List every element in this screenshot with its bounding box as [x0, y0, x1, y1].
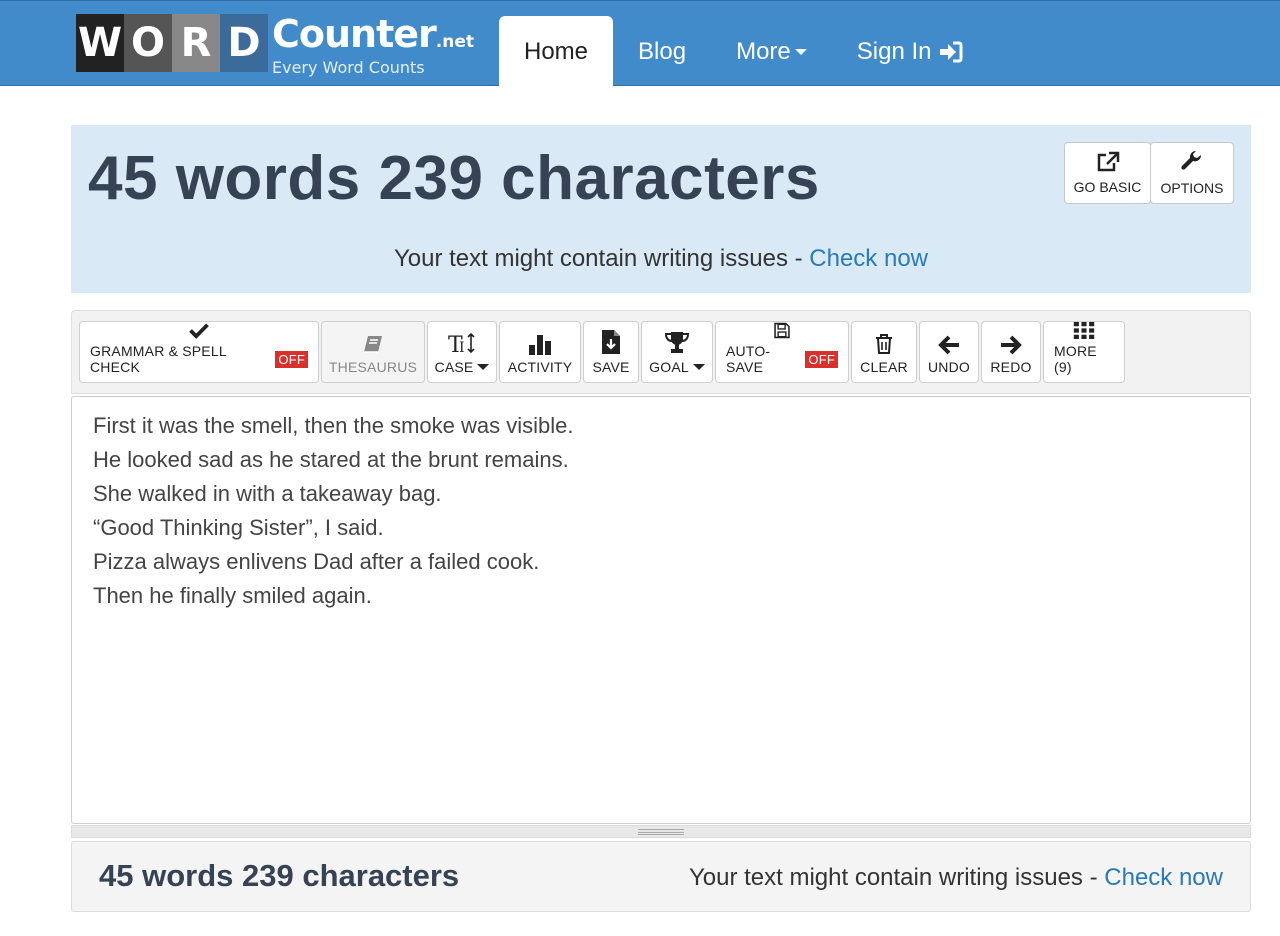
save-label: SAVE — [592, 359, 630, 375]
bottom-writing-issues-notice: Your text might contain writing issues -… — [689, 864, 1223, 892]
activity-label: ACTIVITY — [507, 359, 573, 375]
auto-save-label: AUTO-SAVE — [726, 343, 771, 375]
undo-label: UNDO — [927, 359, 971, 375]
bottom-word-character-count: 45 words 239 characters — [99, 858, 460, 893]
thesaurus-label: THESAURUS — [328, 359, 418, 375]
grammar-label: GRAMMAR & SPELL CHECK — [90, 343, 227, 375]
nav-more-label: More — [736, 37, 791, 65]
goal-label: GOAL — [649, 359, 689, 375]
options-label: OPTIONS — [1160, 180, 1224, 196]
goal-dropdown[interactable]: GOAL — [641, 321, 713, 383]
main-nav: Home Blog More Sign In — [499, 16, 988, 87]
editor-line: Then he finally smiled again. — [93, 583, 372, 608]
arrow-right-icon — [1001, 335, 1022, 355]
thesaurus-button[interactable]: THESAURUS — [321, 321, 425, 383]
panel-buttons: GO BASIC OPTIONS — [1064, 142, 1234, 204]
text-editor[interactable]: First it was the smell, then the smoke w… — [71, 396, 1251, 824]
floppy-disk-icon — [774, 322, 790, 339]
stats-panel: 45 words 239 characters GO BASIC OPTIONS… — [71, 125, 1251, 293]
caret-down-icon — [477, 364, 490, 370]
editor-line: “Good Thinking Sister”, I said. — [93, 515, 384, 540]
save-button[interactable]: SAVE — [583, 321, 639, 383]
logo-suffix: .net — [435, 32, 474, 52]
undo-button[interactable]: UNDO — [919, 321, 979, 383]
trophy-icon — [664, 332, 690, 353]
word-character-count: 45 words 239 characters — [88, 144, 820, 213]
nav-home[interactable]: Home — [499, 16, 614, 87]
check-icon — [189, 323, 209, 339]
wrench-icon — [1181, 150, 1202, 170]
activity-button[interactable]: ACTIVITY — [499, 321, 581, 383]
logo-tile-d: D — [220, 14, 268, 72]
logo-tile-w: W — [76, 14, 124, 72]
case-dropdown[interactable]: TI CASE — [427, 321, 497, 383]
arrow-left-icon — [938, 335, 959, 355]
bottom-writing-issues-text: Your text might contain writing issues - — [688, 864, 1105, 891]
redo-label: REDO — [990, 359, 1032, 375]
go-basic-button[interactable]: GO BASIC — [1064, 142, 1151, 204]
bottom-check-now-link[interactable]: Check now — [1104, 864, 1223, 891]
logo-name: Counter — [272, 12, 437, 56]
top-navbar: W O R D Counter.net Every Word Counts Ho… — [0, 0, 1280, 87]
book-icon — [364, 336, 382, 353]
logo-tile-o: O — [124, 14, 172, 72]
wordcounter-logo[interactable]: W O R D Counter.net Every Word Counts — [76, 14, 474, 76]
editor-line: He looked sad as he stared at the brunt … — [93, 447, 569, 472]
auto-save-off-badge: OFF — [805, 350, 838, 368]
nav-sign-in[interactable]: Sign In — [832, 16, 989, 87]
more-tools-button[interactable]: MORE (9) — [1043, 321, 1125, 383]
text-case-icon: TI — [448, 332, 475, 355]
caret-down-icon — [692, 364, 705, 370]
grip-icon — [638, 828, 684, 835]
external-link-icon — [1097, 151, 1119, 172]
clear-label: CLEAR — [860, 359, 908, 375]
editor-resize-handle[interactable] — [71, 825, 1251, 838]
clear-button[interactable]: CLEAR — [851, 321, 917, 383]
grammar-off-badge: OFF — [275, 350, 308, 368]
grammar-spell-check-button[interactable]: GRAMMAR & SPELL CHECK OFF — [79, 321, 319, 383]
editor-toolbar: GRAMMAR & SPELL CHECK OFF THESAURUS TI CA… — [71, 310, 1251, 394]
case-label: CASE — [434, 359, 474, 375]
more-tools-label: MORE (9) — [1054, 343, 1097, 375]
options-button[interactable]: OPTIONS — [1150, 142, 1234, 204]
sign-in-icon — [939, 41, 963, 63]
nav-more-dropdown[interactable]: More — [711, 16, 832, 87]
logo-tile-r: R — [172, 14, 220, 72]
redo-button[interactable]: REDO — [981, 321, 1041, 383]
logo-tagline: Every Word Counts — [272, 58, 425, 77]
editor-line: She walked in with a takeaway bag. — [93, 481, 442, 506]
nav-blog[interactable]: Blog — [613, 16, 711, 87]
editor-line: Pizza always enlivens Dad after a failed… — [93, 549, 540, 574]
logo-wordmark: Counter.net Every Word Counts — [272, 14, 474, 76]
svg-text:I: I — [459, 340, 465, 355]
bottom-stats-bar: 45 words 239 characters Your text might … — [71, 841, 1251, 912]
writing-issues-notice: Your text might contain writing issues -… — [71, 245, 1251, 273]
caret-down-icon — [794, 48, 807, 55]
bar-chart-icon — [529, 335, 551, 355]
grid-icon — [1073, 322, 1095, 339]
writing-issues-text: Your text might contain writing issues - — [393, 245, 810, 272]
auto-save-button[interactable]: AUTO-SAVE OFF — [715, 321, 849, 383]
go-basic-label: GO BASIC — [1073, 179, 1142, 195]
trash-icon — [876, 334, 892, 354]
file-download-icon — [602, 330, 620, 354]
check-now-link[interactable]: Check now — [809, 245, 928, 272]
nav-sign-in-label: Sign In — [856, 37, 932, 65]
editor-line: First it was the smell, then the smoke w… — [93, 413, 574, 438]
